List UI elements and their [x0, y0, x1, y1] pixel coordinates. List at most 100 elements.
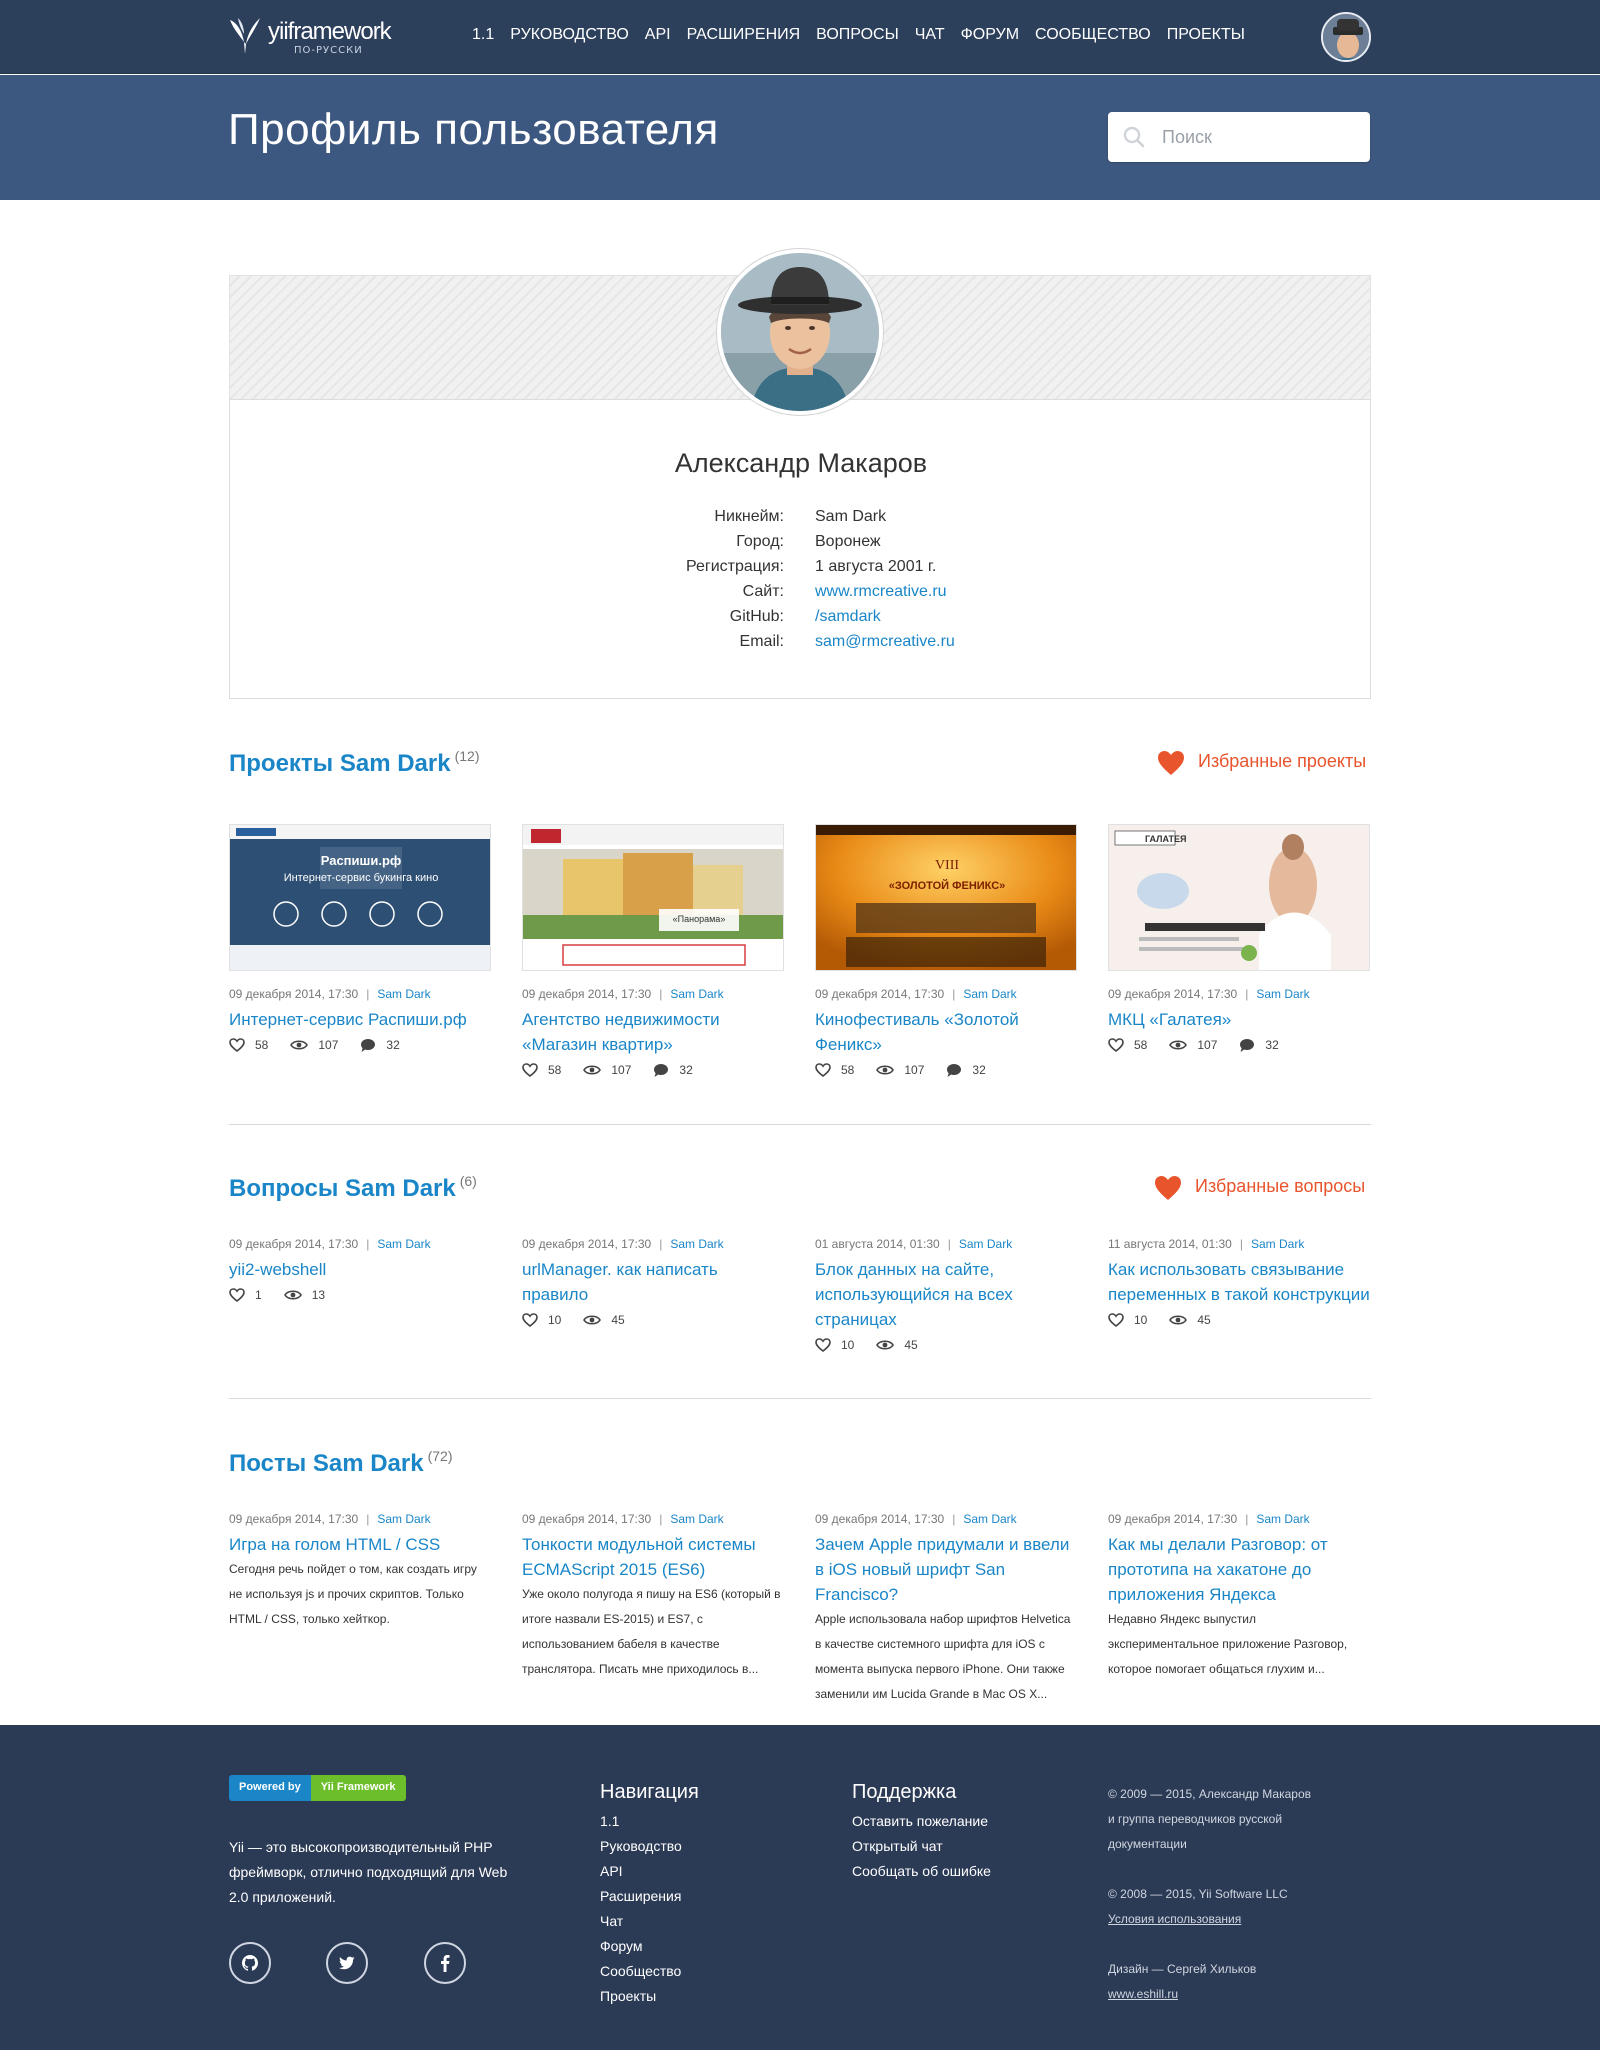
project-thumbnail[interactable]: VIII «ЗОЛОТОЙ ФЕНИКС» — [815, 824, 1077, 971]
powered-by-badge[interactable]: Powered by Yii Framework — [229, 1775, 406, 1801]
footer-link-1-1[interactable]: 1.1 — [600, 1813, 619, 1829]
footer-link-extensions[interactable]: Расширения — [600, 1888, 681, 1904]
question-card[interactable]: 09 декабря 2014, 17:30 | Sam Dark urlManag… — [522, 1237, 784, 1330]
yii-logo[interactable]: yiiframework ПО-РУССКИ — [228, 16, 398, 58]
card-title-link[interactable]: МКЦ «Галатея» — [1108, 1007, 1370, 1032]
project-thumbnail[interactable]: «Панорама» — [522, 824, 784, 971]
nav-item-questions[interactable]: ВОПРОСЫ — [816, 26, 899, 44]
views-count: 45 — [1197, 1313, 1211, 1327]
favorite-projects-link[interactable]: Избранные проекты — [1198, 751, 1366, 772]
twitter-button[interactable] — [326, 1942, 368, 1984]
project-thumbnail[interactable]: Распиши.рф Интернет-сервис букинга кино — [229, 824, 491, 971]
card-author-link[interactable]: Sam Dark — [1256, 987, 1309, 1001]
designer-link[interactable]: www.eshill.ru — [1108, 1987, 1178, 2001]
card-author-link[interactable]: Sam Dark — [377, 1237, 430, 1251]
projects-section-title[interactable]: Проекты Sam Dark (12) — [229, 748, 479, 778]
card-date: 09 декабря 2014, 17:30 — [815, 987, 945, 1001]
nav-item-projects[interactable]: ПРОЕКТЫ — [1167, 26, 1245, 44]
nav-item-1-1[interactable]: 1.1 — [472, 26, 494, 44]
card-title-link[interactable]: Как мы делали Разговор: от прототипа на … — [1108, 1532, 1370, 1607]
posts-section-title[interactable]: Посты Sam Dark (72) — [229, 1448, 453, 1478]
card-title-link[interactable]: Игра на голом HTML / CSS — [229, 1532, 491, 1557]
card-author-link[interactable]: Sam Dark — [377, 987, 430, 1001]
question-card[interactable]: 09 декабря 2014, 17:30 | Sam Dark yii2-web… — [229, 1237, 491, 1305]
project-card[interactable]: Распиши.рф Интернет-сервис букинга кино … — [229, 824, 491, 1055]
thumb-title: «Панорама» — [673, 914, 726, 924]
project-screenshot: ГАЛАТЕЯ — [1109, 825, 1369, 970]
views-count: 107 — [611, 1063, 632, 1077]
card-title-link[interactable]: yii2-webshell — [229, 1257, 491, 1282]
card-author-link[interactable]: Sam Dark — [1251, 1237, 1304, 1251]
footer-link-chat[interactable]: Чат — [600, 1913, 623, 1929]
card-author-link[interactable]: Sam Dark — [1256, 1512, 1309, 1526]
favorite-questions-link[interactable]: Избранные вопросы — [1195, 1176, 1365, 1197]
footer-link-open-chat[interactable]: Открытый чат — [852, 1838, 943, 1854]
terms-link[interactable]: Условия использования — [1108, 1912, 1241, 1926]
field-value: 1 августа 2001 г. — [815, 558, 937, 575]
footer-link-feedback[interactable]: Оставить пожелание — [852, 1813, 988, 1829]
card-title-link[interactable]: urlManager. как написать правило — [522, 1257, 784, 1307]
card-title-link[interactable]: Агентство недвижимости «Магазин квартир» — [522, 1007, 784, 1057]
card-title-link[interactable]: Зачем Apple придумали и ввели в iOS новы… — [815, 1532, 1077, 1607]
section-title-text: Посты Sam Dark — [229, 1450, 424, 1477]
nav-item-guide[interactable]: РУКОВОДСТВО — [510, 26, 629, 44]
project-card[interactable]: ГАЛАТЕЯ 09 декабря 2014, 17:30 | Sam Dark … — [1108, 824, 1370, 1055]
project-thumbnail[interactable]: ГАЛАТЕЯ — [1108, 824, 1370, 971]
site-link[interactable]: www.rmcreative.ru — [815, 583, 947, 601]
card-date: 09 декабря 2014, 17:30 — [522, 1512, 652, 1526]
search-input[interactable] — [1162, 112, 1358, 162]
card-author-link[interactable]: Sam Dark — [963, 987, 1016, 1001]
eye-icon — [290, 1040, 309, 1050]
comments-stat: 32 — [653, 1063, 693, 1078]
card-title-link[interactable]: Блок данных на сайте, использующийся на … — [815, 1257, 1077, 1332]
footer-link-community[interactable]: Сообщество — [600, 1963, 681, 1979]
card-date: 11 августа 2014, 01:30 — [1108, 1237, 1232, 1251]
card-author-link[interactable]: Sam Dark — [670, 987, 723, 1001]
twitter-icon — [339, 1956, 355, 1970]
card-title-link[interactable]: Тонкости модульной системы ECMAScript 20… — [522, 1532, 784, 1582]
nav-item-extensions[interactable]: РАСШИРЕНИЯ — [687, 26, 801, 44]
github-link[interactable]: /samdark — [815, 608, 881, 626]
like-heart-icon — [229, 1288, 245, 1302]
thumb-title: Распиши.рф — [321, 853, 402, 868]
card-author-link[interactable]: Sam Dark — [670, 1512, 723, 1526]
card-title-link[interactable]: Как использовать связывание переменных в… — [1108, 1257, 1370, 1307]
questions-section-title[interactable]: Вопросы Sam Dark (6) — [229, 1173, 477, 1203]
post-card[interactable]: 09 декабря 2014, 17:30 | Sam Dark Игра на … — [229, 1512, 491, 1632]
user-avatar[interactable] — [1321, 12, 1371, 62]
footer-link-forum[interactable]: Форум — [600, 1938, 643, 1954]
question-card[interactable]: 01 августа 2014, 01:30 | Sam Dark Блок дан… — [815, 1237, 1077, 1355]
footer-link-projects[interactable]: Проекты — [600, 1988, 656, 2004]
facebook-button[interactable] — [424, 1942, 466, 1984]
nav-item-community[interactable]: СООБЩЕСТВО — [1035, 26, 1151, 44]
card-author-link[interactable]: Sam Dark — [670, 1237, 723, 1251]
card-title-link[interactable]: Интернет-сервис Распиши.рф — [229, 1007, 491, 1032]
posts-count: (72) — [427, 1448, 453, 1464]
card-stats: 10 45 — [522, 1310, 784, 1330]
project-screenshot: VIII «ЗОЛОТОЙ ФЕНИКС» — [816, 825, 1076, 970]
post-card[interactable]: 09 декабря 2014, 17:30 | Sam Dark Тонкости… — [522, 1512, 784, 1682]
post-card[interactable]: 09 декабря 2014, 17:30 | Sam Dark Как мы д… — [1108, 1512, 1370, 1682]
nav-item-forum[interactable]: ФОРУМ — [961, 26, 1019, 44]
card-author-link[interactable]: Sam Dark — [959, 1237, 1012, 1251]
search-box[interactable] — [1108, 112, 1370, 162]
project-card[interactable]: VIII «ЗОЛОТОЙ ФЕНИКС» 09 декабря 2014, 1… — [815, 824, 1077, 1080]
project-card[interactable]: «Панорама» 09 декабря 2014, 17:30 | Sam Da… — [522, 824, 784, 1080]
field-label: GitHub: — [729, 608, 784, 625]
footer-link-api[interactable]: API — [600, 1863, 623, 1879]
likes-count: 58 — [841, 1063, 855, 1077]
nav-item-chat[interactable]: ЧАТ — [915, 26, 945, 44]
card-meta: 09 декабря 2014, 17:30 | Sam Dark — [522, 1237, 724, 1251]
question-card[interactable]: 11 августа 2014, 01:30 | Sam Dark Как испо… — [1108, 1237, 1370, 1330]
card-stats: 10 45 — [815, 1335, 1077, 1355]
card-author-link[interactable]: Sam Dark — [377, 1512, 430, 1526]
views-stat: 107 — [583, 1063, 631, 1077]
card-title-link[interactable]: Кинофестиваль «Золотой Феникс» — [815, 1007, 1077, 1057]
nav-item-api[interactable]: API — [645, 26, 671, 44]
footer-link-report-bug[interactable]: Сообщать об ошибке — [852, 1863, 991, 1879]
email-link[interactable]: sam@rmcreative.ru — [815, 633, 955, 651]
post-card[interactable]: 09 декабря 2014, 17:30 | Sam Dark Зачем Ap… — [815, 1512, 1077, 1707]
footer-link-guide[interactable]: Руководство — [600, 1838, 682, 1854]
card-author-link[interactable]: Sam Dark — [963, 1512, 1016, 1526]
github-button[interactable] — [229, 1942, 271, 1984]
